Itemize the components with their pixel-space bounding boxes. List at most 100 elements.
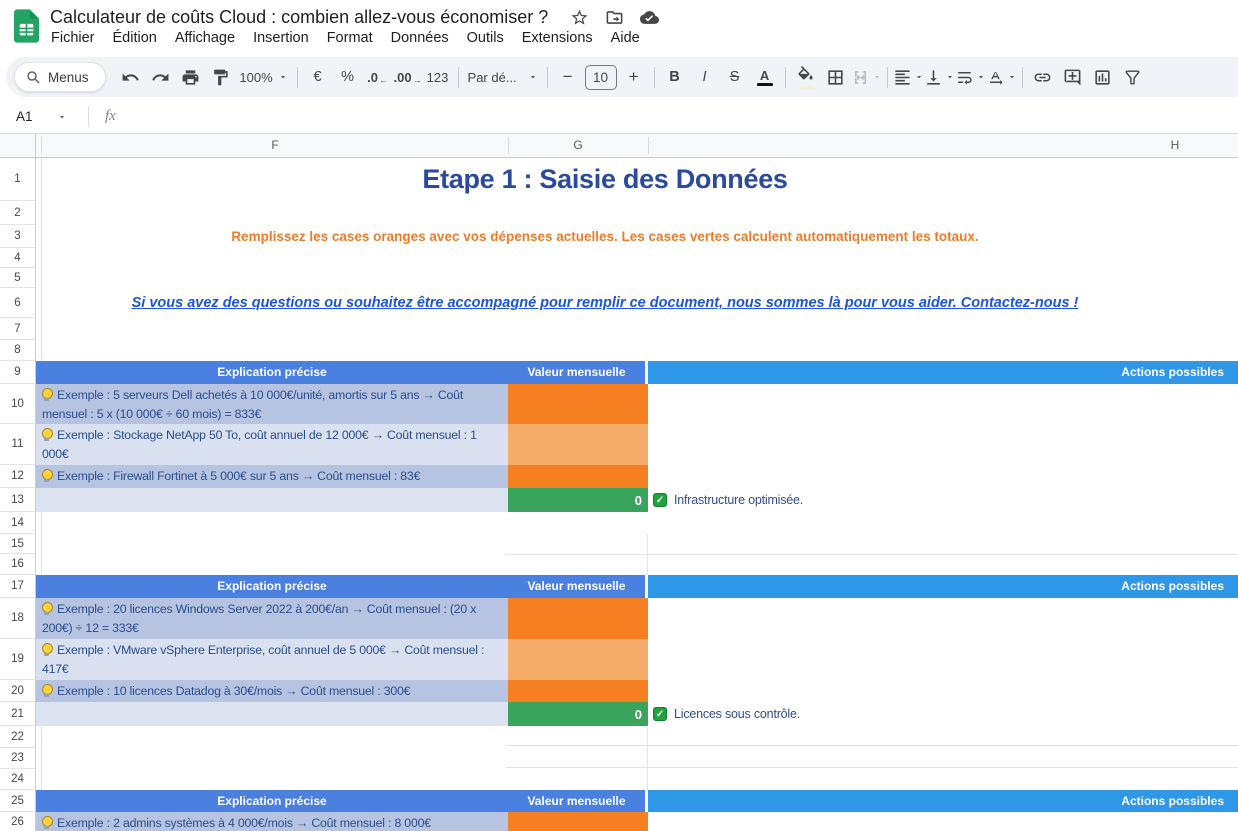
create-filter-button[interactable] [1118,63,1148,91]
column-header-h[interactable]: H [1160,134,1190,157]
menus-search-button[interactable]: Menus [14,62,106,92]
select-all-corner[interactable] [0,134,36,157]
document-title[interactable]: Calculateur de coûts Cloud : combien all… [50,7,548,28]
row-header-25[interactable]: 25 [0,790,35,812]
cell-F13[interactable] [36,488,508,512]
cell-F10-explanation[interactable]: Exemple : 5 serveurs Dell achetés à 10 0… [36,384,508,424]
row-header-21[interactable]: 21 [0,702,35,726]
decrease-decimal-button[interactable]: .0← [363,63,393,91]
sheet-title-cell[interactable]: Etape 1 : Saisie des Données [36,158,1174,201]
row-header-23[interactable]: 23 [0,748,35,769]
increase-decimal-button[interactable]: .00→ [393,63,423,91]
instruction-cell[interactable]: Remplissez les cases oranges avec vos dé… [36,225,1174,248]
more-formats-button[interactable]: 123 [423,63,453,91]
cell-G11-input[interactable] [508,424,648,465]
text-rotation-button[interactable] [986,63,1017,91]
insert-chart-button[interactable] [1088,63,1118,91]
row-header-16[interactable]: 16 [0,554,35,575]
name-box[interactable]: A1 [0,109,86,124]
insert-link-button[interactable] [1028,63,1058,91]
row-header-15[interactable]: 15 [0,534,35,554]
paint-format-button[interactable] [206,63,236,91]
table2-header-row[interactable]: Explication précise Valeur mensuelle Act… [36,575,1238,598]
table3-header-row[interactable]: Explication précise Valeur mensuelle Act… [36,790,1238,812]
borders-button[interactable] [821,63,851,91]
text-color-button[interactable]: A [750,63,780,91]
star-icon[interactable] [570,8,589,27]
row-header-9[interactable]: 9 [0,361,35,384]
cell-G13-total[interactable]: 0 [508,488,648,512]
cell-F21[interactable] [36,702,508,726]
column-header-f[interactable]: F [42,134,508,157]
zoom-select[interactable]: 100% [236,63,292,91]
font-family-select[interactable]: Par dé... [464,63,542,91]
fill-color-button[interactable] [791,63,821,91]
row-header-18[interactable]: 18 [0,598,35,639]
row-header-13[interactable]: 13 [0,488,35,512]
cell-G19-input[interactable] [508,639,648,680]
text-wrap-button[interactable] [955,63,986,91]
horizontal-align-button[interactable] [893,63,924,91]
row-header-10[interactable]: 10 [0,384,35,424]
row-header-26[interactable]: 26 [0,812,35,831]
row-header-11[interactable]: 11 [0,424,35,465]
row-header-4[interactable]: 4 [0,248,35,268]
cell-F19-explanation[interactable]: Exemple : VMware vSphere Enterprise, coû… [36,639,508,680]
row-header-1[interactable]: 1 [0,158,35,201]
redo-button[interactable] [146,63,176,91]
cell-F20-explanation[interactable]: Exemple : 10 licences Datadog à 30€/mois… [36,680,508,702]
menu-insertion[interactable]: Insertion [244,28,318,48]
format-percent-button[interactable]: % [333,63,363,91]
sheets-logo-icon[interactable] [14,9,39,43]
contact-cell[interactable]: Si vous avez des questions ou souhaitez … [36,288,1174,318]
row-header-5[interactable]: 5 [0,268,35,288]
cell-G20-input[interactable] [508,680,648,702]
cell-G18-input[interactable] [508,598,648,639]
cell-G21-total[interactable]: 0 [508,702,648,726]
cell-F12-explanation[interactable]: Exemple : Firewall Fortinet à 5 000€ sur… [36,465,508,488]
menu-format[interactable]: Format [318,28,382,48]
menu-extensions[interactable]: Extensions [513,28,602,48]
italic-button[interactable]: I [690,63,720,91]
merge-cells-button[interactable] [851,63,882,91]
cell-H21-status[interactable]: Licences sous contrôle. [648,702,1238,726]
column-header-g[interactable]: G [508,134,648,157]
cloud-status-icon[interactable] [640,8,659,27]
row-header-17[interactable]: 17 [0,575,35,598]
row-header-24[interactable]: 24 [0,769,35,790]
row-header-20[interactable]: 20 [0,680,35,702]
cell-G26-input[interactable] [508,812,648,831]
cell-F18-explanation[interactable]: Exemple : 20 licences Windows Server 202… [36,598,508,639]
row-header-8[interactable]: 8 [0,340,35,361]
cell-F11-explanation[interactable]: Exemple : Stockage NetApp 50 To, coût an… [36,424,508,465]
table1-header-row[interactable]: Explication précise Valeur mensuelle Act… [36,361,1238,384]
font-size-input[interactable]: 10 [585,65,617,90]
cell-G10-input[interactable] [508,384,648,424]
cell-G12-input[interactable] [508,465,648,488]
menu-outils[interactable]: Outils [458,28,513,48]
strikethrough-button[interactable]: S [720,63,750,91]
decrease-font-size-button[interactable]: − [553,63,583,91]
vertical-align-button[interactable] [924,63,955,91]
menu-donnees[interactable]: Données [382,28,458,48]
row-header-19[interactable]: 19 [0,639,35,680]
menu-aide[interactable]: Aide [602,28,649,48]
cell-F26-explanation[interactable]: Exemple : 2 admins systèmes à 4 000€/moi… [36,812,508,831]
row-header-14[interactable]: 14 [0,512,35,534]
row-header-2[interactable]: 2 [0,201,35,225]
format-currency-button[interactable]: € [303,63,333,91]
cell-H13-status[interactable]: Infrastructure optimisée. [648,488,1238,512]
formula-input[interactable] [116,100,1238,133]
move-folder-icon[interactable] [605,8,624,27]
row-header-3[interactable]: 3 [0,225,35,248]
menu-fichier[interactable]: Fichier [42,28,104,48]
row-header-7[interactable]: 7 [0,318,35,340]
row-header-12[interactable]: 12 [0,465,35,488]
menu-edition[interactable]: Édition [104,28,166,48]
undo-button[interactable] [116,63,146,91]
row-header-6[interactable]: 6 [0,288,35,318]
menu-affichage[interactable]: Affichage [166,28,244,48]
row-header-22[interactable]: 22 [0,726,35,748]
bold-button[interactable]: B [660,63,690,91]
print-button[interactable] [176,63,206,91]
